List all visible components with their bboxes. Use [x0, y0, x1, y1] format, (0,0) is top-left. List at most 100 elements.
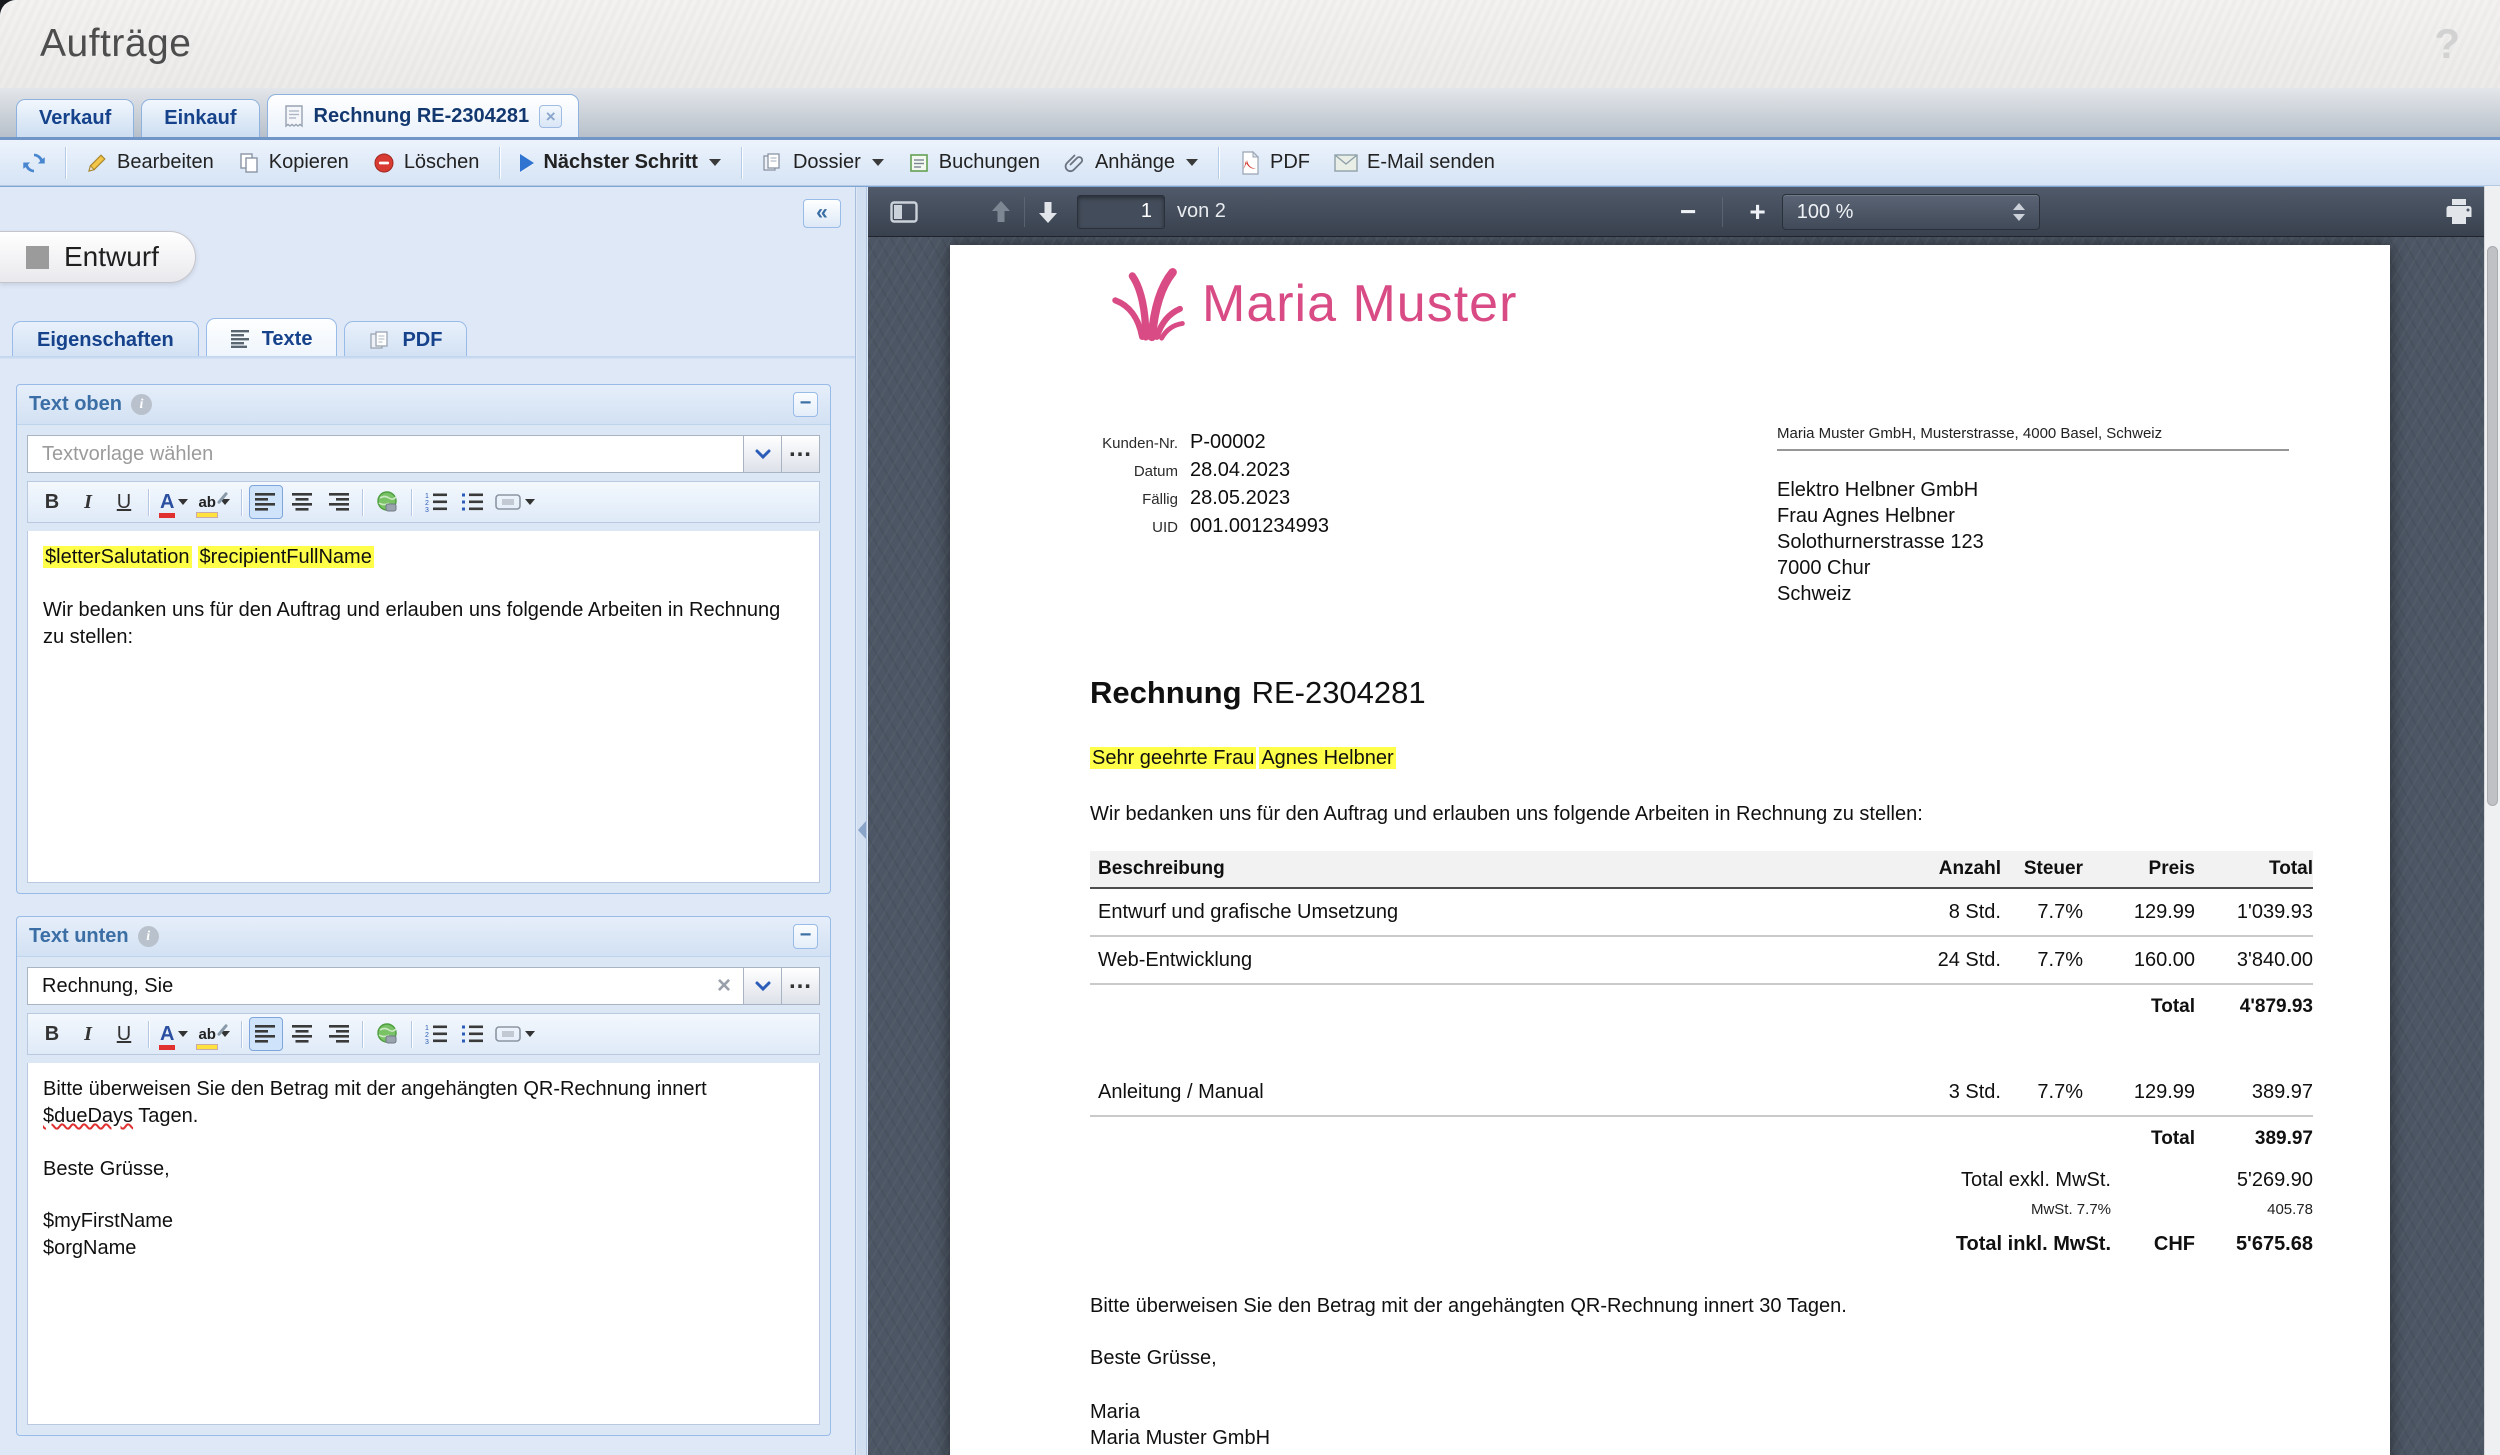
insert-image-button[interactable] [370, 1017, 404, 1051]
tab-verkauf[interactable]: Verkauf [16, 99, 134, 137]
sidebar-toggle-button[interactable] [890, 201, 918, 223]
template-select-input[interactable] [40, 974, 709, 999]
tab-close-icon[interactable]: × [539, 105, 562, 128]
text-oben-editor[interactable]: $letterSalutation$recipientFullName Wir … [27, 531, 820, 883]
chevron-down-icon [755, 449, 771, 460]
align-right-button[interactable] [321, 485, 355, 519]
next-step-button[interactable]: Nächster Schritt [509, 146, 732, 179]
italic-button[interactable]: I [71, 485, 105, 519]
zoom-level-value: 100 % [1797, 201, 1854, 224]
clear-icon[interactable]: × [709, 972, 731, 1000]
combo-more-button[interactable]: … [782, 967, 820, 1005]
highlight-button[interactable]: ab [194, 1017, 234, 1051]
insert-placeholder-button[interactable] [491, 485, 539, 519]
highlight-icon: ab [198, 495, 216, 510]
page-number-input[interactable] [1078, 196, 1164, 228]
chevron-down-icon [178, 499, 188, 505]
bookings-button[interactable]: Buchungen [897, 146, 1051, 179]
attachments-button[interactable]: Anhänge [1053, 146, 1209, 179]
help-icon[interactable]: ? [2434, 20, 2460, 68]
font-color-button[interactable]: A [156, 485, 192, 519]
insert-placeholder-button[interactable] [491, 1017, 539, 1051]
toolbar-separator [1218, 147, 1219, 179]
total-value: 5'269.90 [2195, 1169, 2313, 1192]
grass-logo-icon [1108, 261, 1186, 347]
print-button[interactable] [2444, 197, 2474, 227]
zoom-level-select[interactable]: 100 % [1782, 194, 2040, 230]
signature-company: Maria Muster GmbH [1090, 1425, 1270, 1451]
vertical-scrollbar[interactable] [2484, 186, 2500, 1455]
salutation-line: Sehr geehrte FrauAgnes Helbner [1090, 747, 1396, 770]
refresh-button[interactable] [12, 147, 56, 179]
table-row: Entwurf und grafische Umsetzung 8 Std. 7… [1090, 889, 2313, 937]
cell-tax: 7.7% [2001, 901, 2083, 924]
zoom-out-button[interactable]: − [1680, 198, 1696, 226]
pdf-canvas[interactable]: Maria Muster Kunden-Nr. P-00002 Datum 28… [868, 237, 2484, 1455]
app-header: Aufträge ? [0, 0, 2500, 88]
combo-dropdown-button[interactable] [744, 967, 782, 1005]
align-left-button[interactable] [249, 485, 283, 519]
collapse-panel-button[interactable]: « [803, 199, 841, 228]
tab-invoice[interactable]: Rechnung RE-2304281 × [267, 94, 580, 137]
info-icon: i [131, 394, 152, 415]
tab-eigenschaften[interactable]: Eigenschaften [12, 321, 199, 359]
tab-einkauf[interactable]: Einkauf [141, 99, 259, 137]
bold-button[interactable]: B [35, 1017, 69, 1051]
font-color-button[interactable]: A [156, 1017, 192, 1051]
template-select-input[interactable] [40, 442, 731, 467]
align-center-button[interactable] [285, 1017, 319, 1051]
toolbar-separator [148, 489, 149, 516]
status-badge: Entwurf [0, 231, 196, 283]
bullet-list-button[interactable] [455, 485, 489, 519]
splitter-collapse-icon[interactable] [858, 821, 866, 839]
meta-value: P-00002 [1190, 429, 1266, 455]
col-header: Steuer [2001, 858, 2083, 880]
toolbar-separator [65, 147, 66, 179]
tab-pdf[interactable]: PDF [344, 321, 467, 359]
dossier-button[interactable]: Dossier [751, 146, 895, 179]
underline-button[interactable]: U [107, 485, 141, 519]
align-left-icon [255, 1025, 277, 1043]
page-up-button[interactable] [988, 199, 1014, 225]
play-icon [520, 154, 534, 172]
zoom-in-button[interactable]: + [1749, 198, 1765, 226]
tab-texte[interactable]: Texte [206, 318, 338, 359]
underline-button[interactable]: U [107, 1017, 141, 1051]
align-right-button[interactable] [321, 1017, 355, 1051]
svg-text:1: 1 [425, 493, 429, 500]
vat-value: 405.78 [2195, 1201, 2313, 1218]
delete-button[interactable]: Löschen [362, 146, 491, 179]
bold-button[interactable]: B [35, 485, 69, 519]
combo-more-button[interactable]: … [782, 435, 820, 473]
numbered-list-button[interactable]: 123 [419, 1017, 453, 1051]
align-center-icon [291, 493, 313, 511]
send-email-button[interactable]: E-Mail senden [1323, 146, 1506, 179]
collapse-section-button[interactable]: − [793, 924, 818, 949]
collapse-section-button[interactable]: − [793, 392, 818, 417]
highlight-button[interactable]: ab [194, 485, 234, 519]
align-center-button[interactable] [285, 485, 319, 519]
italic-button[interactable]: I [71, 1017, 105, 1051]
edit-button[interactable]: Bearbeiten [75, 146, 225, 179]
copy-button[interactable]: Kopieren [227, 146, 360, 179]
panel-splitter[interactable] [857, 187, 867, 1455]
cell-price: 129.99 [2083, 901, 2195, 924]
page-down-button[interactable] [1035, 199, 1061, 225]
payment-text: Tagen. [133, 1105, 198, 1127]
cell-desc: Entwurf und grafische Umsetzung [1090, 901, 1909, 924]
pdf-button[interactable]: PDF [1228, 146, 1321, 180]
text-unten-editor[interactable]: Bitte überweisen Sie den Betrag mit der … [27, 1063, 820, 1425]
status-draft-icon [26, 246, 49, 269]
meta-row: Datum 28.04.2023 [1006, 457, 1329, 485]
numbered-list-button[interactable]: 123 [419, 485, 453, 519]
meta-value: 28.05.2023 [1190, 485, 1290, 511]
invoice-title-label: Rechnung [1090, 675, 1242, 710]
insert-image-button[interactable] [370, 485, 404, 519]
svg-text:3: 3 [425, 507, 429, 512]
align-left-button[interactable] [249, 1017, 283, 1051]
text-oben-body: … B I U A ab [17, 425, 830, 893]
meta-label: Kunden-Nr. [1006, 431, 1178, 457]
scrollbar-thumb[interactable] [2487, 246, 2498, 806]
bullet-list-button[interactable] [455, 1017, 489, 1051]
combo-dropdown-button[interactable] [744, 435, 782, 473]
